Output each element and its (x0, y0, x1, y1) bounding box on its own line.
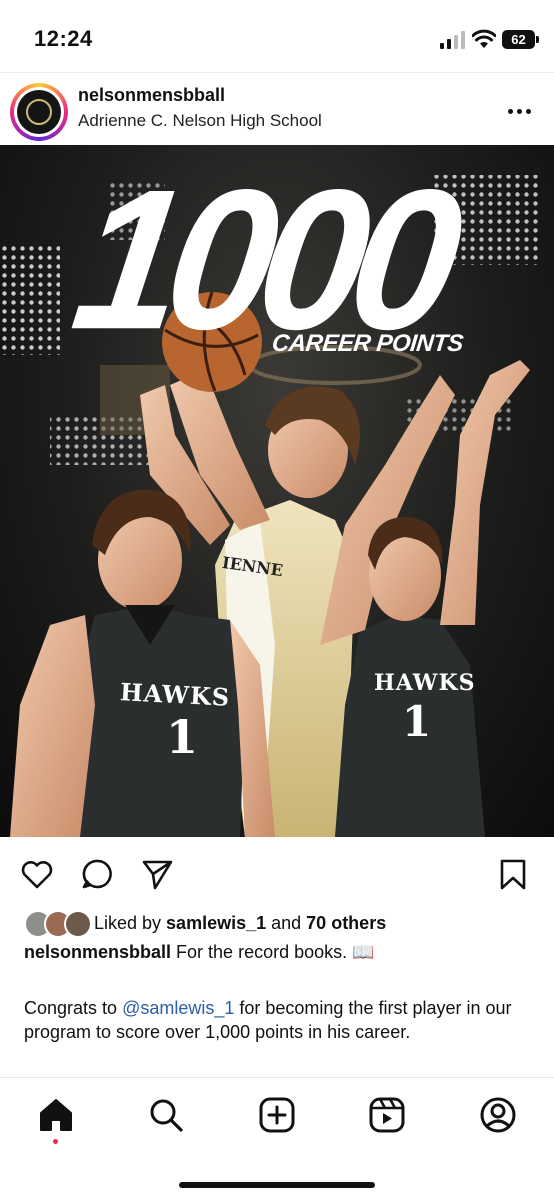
logo-emblem (26, 99, 52, 125)
caption: nelsonmensbball For the record books. 📖 (24, 942, 375, 963)
caption-username[interactable]: nelsonmensbball (24, 942, 171, 962)
home-active-dot (53, 1139, 58, 1144)
wifi-icon (472, 29, 496, 48)
story-ring[interactable] (10, 83, 68, 141)
home-icon[interactable] (37, 1096, 75, 1134)
share-icon[interactable] (140, 857, 174, 891)
jersey-number-left: 1 (166, 710, 199, 764)
home-indicator (179, 1182, 375, 1188)
heart-icon[interactable] (20, 857, 54, 891)
jersey-text-right: HAWKS (374, 670, 476, 696)
create-icon[interactable] (258, 1096, 296, 1134)
bottom-nav (0, 1077, 554, 1201)
mention-link[interactable]: @samlewis_1 (122, 998, 234, 1018)
post-actions (0, 845, 554, 901)
jersey-text-left: HAWKS (119, 677, 231, 712)
status-bar: 12:24 62 (0, 0, 554, 72)
subhead-career-points: CAREER POINTS (270, 330, 465, 357)
likes-text: Liked by samlewis_1 and 70 others (94, 913, 387, 933)
battery-icon: 62 (502, 30, 535, 49)
search-icon[interactable] (147, 1096, 185, 1134)
profile-icon[interactable] (479, 1096, 517, 1134)
post-header: nelsonmensbball Adrienne C. Nelson High … (0, 72, 554, 145)
caption-text: For the record books. 📖 (171, 942, 375, 962)
battery-level: 62 (511, 32, 526, 47)
post-image[interactable]: HAWKS 1 HAWKS 1 IENNE 1000 CAREER POINTS (0, 145, 554, 837)
liker-username[interactable]: samlewis_1 (166, 913, 266, 933)
post-location[interactable]: Adrienne C. Nelson High School (78, 111, 322, 131)
likes-others[interactable]: 70 others (306, 913, 386, 933)
avatar[interactable] (14, 87, 64, 137)
jersey-number-right: 1 (402, 697, 432, 746)
post-username[interactable]: nelsonmensbball (78, 85, 225, 106)
cellular-signal-icon (440, 31, 465, 49)
caption-body: Congrats to @samlewis_1 for becoming the… (24, 998, 512, 1042)
bookmark-icon[interactable] (496, 857, 530, 891)
reels-icon[interactable] (368, 1096, 406, 1134)
battery-nub (536, 36, 539, 43)
liker-avatars (24, 910, 94, 938)
school-logo (17, 90, 61, 134)
more-options-icon[interactable] (508, 101, 536, 114)
status-time: 12:24 (34, 26, 93, 51)
comment-icon[interactable] (80, 857, 114, 891)
